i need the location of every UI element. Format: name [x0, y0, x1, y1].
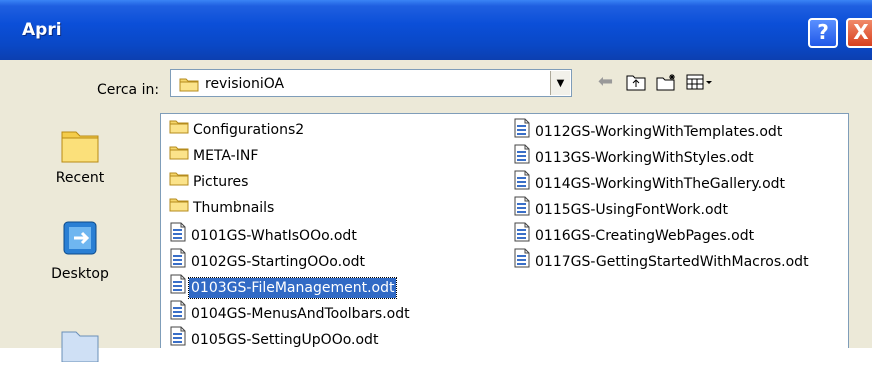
item-name: 0104GS-MenusAndToolbars.odt — [191, 305, 410, 322]
item-name: 0102GS-StartingOOo.odt — [191, 253, 366, 270]
item-name: Pictures — [193, 173, 249, 190]
up-folder-icon[interactable] — [626, 73, 646, 95]
item-name: Configurations2 — [193, 121, 305, 138]
folder-icon — [169, 170, 189, 193]
folder-icon — [169, 144, 189, 167]
file-item[interactable]: 0101GS-WhatIsOOo.odt — [169, 222, 359, 244]
document-icon — [513, 248, 531, 275]
folder-item[interactable]: META-INF — [169, 144, 260, 166]
place-label: Desktop — [51, 266, 109, 282]
document-icon — [169, 248, 187, 275]
folder-item[interactable]: Thumbnails — [169, 196, 276, 218]
folder-item[interactable]: Configurations2 — [169, 118, 306, 140]
document-icon — [169, 300, 187, 327]
place-my-documents[interactable] — [6, 318, 154, 366]
folder-icon — [169, 196, 189, 219]
dropdown-arrow-icon[interactable]: ▼ — [550, 71, 570, 95]
folder-item[interactable]: Pictures — [169, 170, 250, 192]
file-list[interactable]: Configurations2 META-INF Pictures Thumbnail… — [160, 113, 849, 348]
file-item[interactable]: 0104GS-MenusAndToolbars.odt — [169, 300, 412, 322]
item-name: 0105GS-SettingUpOOo.odt — [191, 331, 379, 348]
document-icon — [513, 144, 531, 171]
file-item[interactable]: 0114GS-WorkingWithTheGallery.odt — [513, 170, 787, 192]
item-name: META-INF — [193, 147, 259, 164]
file-item[interactable]: 0115GS-UsingFontWork.odt — [513, 196, 730, 218]
recent-folder-icon — [6, 122, 154, 170]
places-bar: Recent Desktop — [6, 108, 154, 363]
help-button[interactable]: ? — [808, 18, 838, 48]
item-name: 0115GS-UsingFontWork.odt — [535, 201, 728, 218]
item-name: 0103GS-FileManagement.odt — [187, 276, 398, 299]
file-item[interactable]: 0105GS-SettingUpOOo.odt — [169, 326, 380, 348]
view-menu-icon[interactable] — [686, 73, 714, 95]
place-recent[interactable]: Recent — [6, 122, 154, 186]
document-icon — [513, 118, 531, 145]
file-item[interactable]: 0103GS-FileManagement.odt — [169, 274, 398, 299]
title-bar[interactable]: Apri ? X — [0, 0, 872, 60]
file-item[interactable]: 0102GS-StartingOOo.odt — [169, 248, 367, 270]
place-desktop[interactable]: Desktop — [6, 218, 154, 282]
desktop-icon — [6, 218, 154, 266]
my-documents-icon — [6, 318, 154, 366]
folder-icon — [169, 118, 189, 141]
document-icon — [513, 170, 531, 197]
window-title: Apri — [22, 20, 62, 40]
document-icon — [169, 222, 187, 249]
item-name: 0101GS-WhatIsOOo.odt — [191, 227, 357, 244]
item-name: 0112GS-WorkingWithTemplates.odt — [535, 123, 783, 140]
item-name: 0117GS-GettingStartedWithMacros.odt — [535, 253, 809, 270]
look-in-combo[interactable]: revisioniOA ▼ — [170, 69, 572, 97]
item-name: Thumbnails — [193, 199, 275, 216]
item-name: 0113GS-WorkingWithStyles.odt — [535, 149, 754, 166]
file-item[interactable]: 0113GS-WorkingWithStyles.odt — [513, 144, 756, 166]
new-folder-icon[interactable] — [656, 73, 678, 95]
folder-icon — [179, 76, 199, 96]
item-name: 0116GS-CreatingWebPages.odt — [535, 227, 755, 244]
document-icon — [513, 222, 531, 249]
place-label: Recent — [55, 170, 105, 186]
file-item[interactable]: 0112GS-WorkingWithTemplates.odt — [513, 118, 784, 140]
look-in-label: Cerca in: — [97, 82, 160, 98]
document-icon — [169, 274, 187, 301]
close-button[interactable]: X — [846, 18, 872, 48]
file-item[interactable]: 0117GS-GettingStartedWithMacros.odt — [513, 248, 811, 270]
file-item[interactable]: 0116GS-CreatingWebPages.odt — [513, 222, 756, 244]
document-icon — [169, 326, 187, 348]
item-name: 0114GS-WorkingWithTheGallery.odt — [535, 175, 786, 192]
back-icon[interactable]: ⬅ — [598, 73, 613, 91]
document-icon — [513, 196, 531, 223]
current-folder: revisioniOA — [205, 76, 285, 92]
